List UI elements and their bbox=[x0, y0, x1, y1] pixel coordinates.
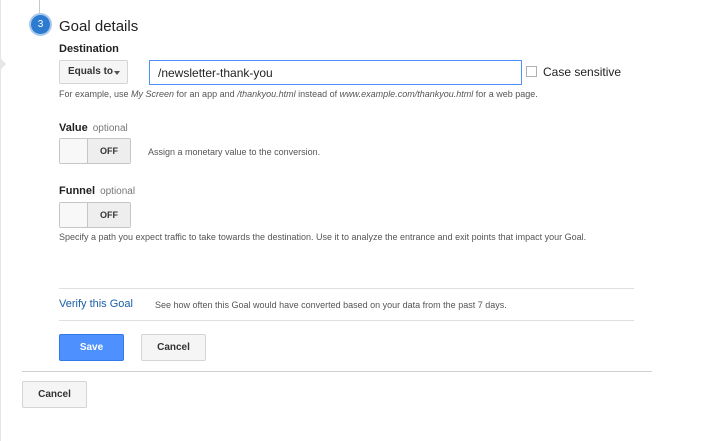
match-type-dropdown[interactable]: Equals to bbox=[59, 60, 128, 84]
funnel-toggle[interactable]: OFF bbox=[59, 202, 131, 228]
footer-divider bbox=[22, 371, 652, 372]
step-connector-line bbox=[39, 0, 40, 15]
funnel-label: Funnel optional bbox=[59, 185, 136, 197]
case-sensitive-label: Case sensitive bbox=[543, 65, 622, 79]
divider-bottom bbox=[59, 320, 634, 321]
value-description: Assign a monetary value to the conversio… bbox=[148, 147, 321, 157]
destination-label: Destination bbox=[59, 43, 119, 55]
rail-notch bbox=[0, 58, 6, 70]
section-title: Goal details bbox=[59, 18, 139, 35]
value-toggle-state: OFF bbox=[88, 139, 130, 163]
divider-top bbox=[59, 288, 634, 289]
value-toggle-knob bbox=[60, 139, 88, 163]
verify-goal-description: See how often this Goal would have conve… bbox=[155, 300, 507, 310]
verify-goal-link[interactable]: Verify this Goal bbox=[59, 298, 133, 310]
destination-hint: For example, use My Screen for an app an… bbox=[59, 89, 538, 99]
case-sensitive-checkbox[interactable] bbox=[526, 66, 537, 77]
match-type-value: Equals to bbox=[68, 66, 114, 77]
funnel-optional-tag: optional bbox=[100, 186, 136, 197]
funnel-toggle-state: OFF bbox=[88, 203, 130, 227]
cancel-button[interactable]: Cancel bbox=[141, 334, 206, 361]
funnel-toggle-knob bbox=[60, 203, 88, 227]
funnel-description: Specify a path you expect traffic to tak… bbox=[59, 232, 587, 242]
value-toggle[interactable]: OFF bbox=[59, 138, 131, 164]
goal-details-panel: 3 Goal details Destination Equals to Cas… bbox=[0, 0, 705, 441]
outer-cancel-button[interactable]: Cancel bbox=[22, 381, 87, 408]
chevron-down-icon bbox=[114, 71, 120, 75]
save-button[interactable]: Save bbox=[59, 334, 124, 361]
value-label: Value optional bbox=[59, 122, 128, 134]
destination-input[interactable] bbox=[149, 60, 522, 85]
step-number-badge: 3 bbox=[31, 15, 50, 34]
value-optional-tag: optional bbox=[92, 123, 128, 134]
